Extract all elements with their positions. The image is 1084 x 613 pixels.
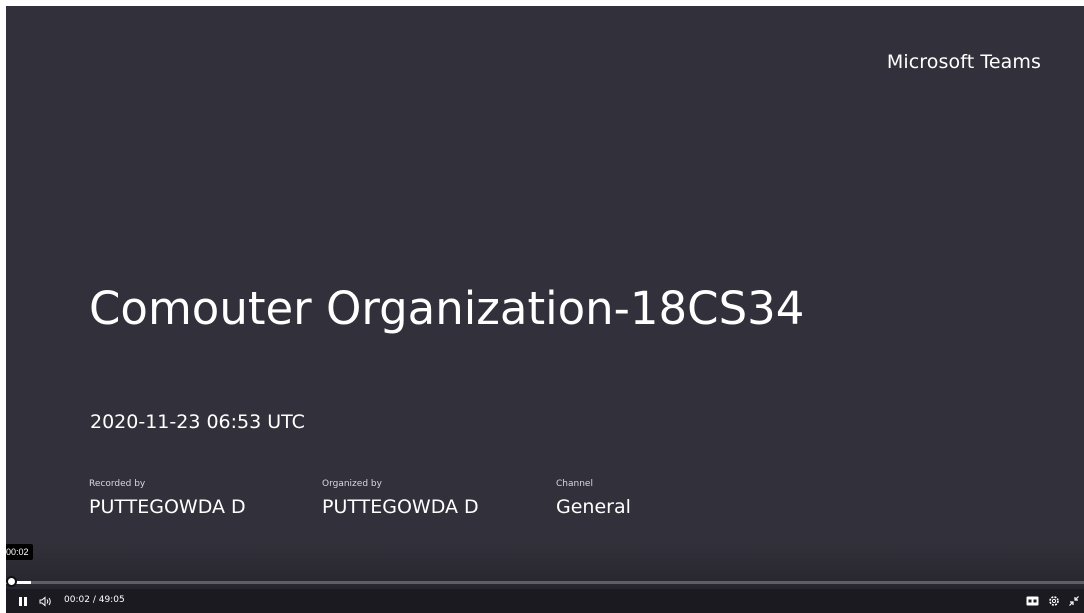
- recorded-by-value: PUTTEGOWDA D: [89, 496, 246, 518]
- recorded-by-block: Recorded by PUTTEGOWDA D: [89, 479, 246, 518]
- volume-button[interactable]: [38, 594, 52, 608]
- captions-icon: [1026, 596, 1038, 606]
- organized-by-label: Organized by: [322, 479, 382, 489]
- player-control-bar: 00:02 / 49:05: [6, 589, 1084, 613]
- video-frame[interactable]: Microsoft Teams Comouter Organization-18…: [6, 6, 1084, 613]
- brand-label: Microsoft Teams: [886, 51, 1041, 73]
- channel-label: Channel: [556, 479, 593, 489]
- seek-time-tooltip: 00:02: [6, 544, 33, 560]
- seek-bar-thumb[interactable]: [6, 576, 17, 587]
- pause-icon: [19, 596, 27, 606]
- meeting-datetime: 2020-11-23 06:53 UTC: [90, 411, 305, 433]
- settings-button[interactable]: [1047, 594, 1061, 608]
- seek-bar[interactable]: [6, 576, 1084, 587]
- volume-icon: [39, 595, 51, 607]
- organized-by-block: Organized by PUTTEGOWDA D: [322, 479, 479, 518]
- collapse-fullscreen-icon: [1069, 596, 1079, 606]
- recorded-by-label: Recorded by: [89, 479, 146, 489]
- exit-fullscreen-button[interactable]: [1068, 594, 1080, 608]
- channel-value: General: [556, 496, 631, 518]
- channel-block: Channel General: [556, 479, 631, 518]
- meeting-title: Comouter Organization-18CS34: [89, 282, 805, 335]
- time-separator: /: [92, 595, 96, 605]
- total-duration: 49:05: [98, 595, 125, 605]
- gear-icon: [1049, 596, 1059, 606]
- captions-button[interactable]: [1025, 594, 1039, 608]
- pause-button[interactable]: [17, 594, 29, 608]
- playback-time: 00:02 / 49:05: [64, 595, 125, 605]
- current-time: 00:02: [64, 595, 90, 605]
- organized-by-value: PUTTEGOWDA D: [322, 496, 479, 518]
